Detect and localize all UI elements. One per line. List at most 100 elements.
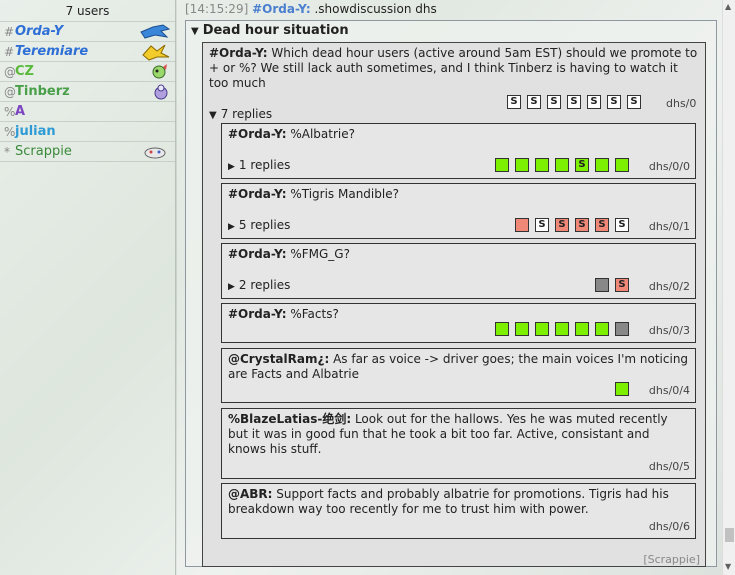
reply-path: dhs/0/5 bbox=[648, 460, 690, 473]
post-path: dhs/0 bbox=[666, 97, 697, 110]
expand-triangle-icon[interactable]: ▶ bbox=[228, 222, 235, 232]
reply-replies-toggle[interactable]: ▶ 5 replies bbox=[228, 218, 290, 232]
vote-support[interactable] bbox=[495, 322, 509, 336]
vote-row: SSSSS bbox=[515, 218, 629, 232]
vote-support[interactable] bbox=[595, 158, 609, 172]
user-name[interactable]: CZ bbox=[15, 64, 34, 79]
reply-post: @ABR: Support facts and probably albatri… bbox=[221, 483, 696, 539]
vote-support[interactable] bbox=[535, 322, 549, 336]
vote-row: S bbox=[495, 158, 629, 172]
vote-row bbox=[615, 382, 629, 396]
reply-author[interactable]: @CrystalRam¿: bbox=[228, 352, 329, 366]
vote-box[interactable]: S bbox=[547, 95, 561, 109]
reply-body: %FMG_G? bbox=[286, 247, 350, 261]
user-row[interactable]: @ CZ bbox=[0, 62, 175, 82]
command-user[interactable]: #Orda-Y: bbox=[252, 2, 311, 16]
reply-author[interactable]: %BlazeLatias-绝剑: bbox=[228, 412, 351, 426]
vote-oppose[interactable]: S bbox=[595, 218, 609, 232]
vote-support[interactable] bbox=[495, 158, 509, 172]
reply-text: #Orda-Y: %Albatrie? bbox=[228, 127, 690, 142]
user-count: 7 users bbox=[0, 0, 175, 22]
vote-support[interactable] bbox=[515, 322, 529, 336]
user-row[interactable]: # Teremiare bbox=[0, 42, 175, 62]
vote-support[interactable] bbox=[515, 158, 529, 172]
discussion-title-toggle[interactable]: ▼ Dead hour situation bbox=[191, 23, 349, 38]
scrollbar-thumb[interactable] bbox=[725, 528, 734, 542]
vote-oppose[interactable]: S bbox=[555, 218, 569, 232]
scroll-up-icon[interactable]: ▲ bbox=[725, 2, 731, 11]
reply-post: @CrystalRam¿: As far as voice -> driver … bbox=[221, 348, 696, 403]
user-row[interactable]: % A bbox=[0, 102, 175, 122]
vote-oppose[interactable] bbox=[515, 218, 529, 232]
user-row[interactable]: @ Tinberz bbox=[0, 82, 175, 102]
reply-post: #Orda-Y: %Tigris Mandible? S S S S Sdhs/0/1 ▶ 5… bbox=[221, 183, 696, 239]
root-post-author[interactable]: #Orda-Y: bbox=[209, 46, 268, 60]
vote-box[interactable]: S bbox=[607, 95, 621, 109]
reply-author[interactable]: @ABR: bbox=[228, 487, 272, 501]
reply-author[interactable]: #Orda-Y: bbox=[228, 187, 287, 201]
vote-row bbox=[495, 322, 629, 336]
user-avatar-icon bbox=[139, 143, 171, 161]
vote-neutral[interactable] bbox=[595, 278, 609, 292]
reply-body: %Tigris Mandible? bbox=[286, 187, 399, 201]
command-text: .showdiscussion dhs bbox=[310, 2, 437, 16]
reply-author[interactable]: #Orda-Y: bbox=[228, 247, 287, 261]
vote-oppose[interactable]: S bbox=[575, 218, 589, 232]
replies-count: 1 replies bbox=[238, 158, 291, 172]
user-name[interactable]: A bbox=[15, 104, 25, 119]
user-row[interactable]: # Orda-Y bbox=[0, 22, 175, 42]
vote-box[interactable]: S bbox=[615, 218, 629, 232]
reply-post: #Orda-Y: %FMG_G? Sdhs/0/2 ▶ 2 replies bbox=[221, 243, 696, 299]
vote-support[interactable]: S bbox=[575, 158, 589, 172]
vote-box[interactable]: S bbox=[527, 95, 541, 109]
discussion-box: ▼ Dead hour situation #Orda-Y: Which dead… bbox=[185, 20, 717, 567]
vote-box[interactable]: S bbox=[507, 95, 521, 109]
vote-support[interactable] bbox=[615, 382, 629, 396]
vote-support[interactable] bbox=[535, 158, 549, 172]
expand-triangle-icon[interactable]: ▶ bbox=[228, 162, 235, 172]
user-group-symbol: # bbox=[4, 44, 15, 59]
vote-support[interactable] bbox=[575, 322, 589, 336]
user-name[interactable]: Scrappie bbox=[15, 144, 72, 159]
reply-text: #Orda-Y: %Tigris Mandible? bbox=[228, 187, 690, 202]
reply-path: dhs/0/3 bbox=[648, 324, 690, 337]
vote-box[interactable]: S bbox=[567, 95, 581, 109]
vote-box[interactable]: S bbox=[587, 95, 601, 109]
vote-oppose[interactable]: S bbox=[615, 278, 629, 292]
vote-support[interactable] bbox=[555, 158, 569, 172]
collapse-triangle-icon[interactable]: ▼ bbox=[209, 110, 217, 121]
vote-support[interactable] bbox=[615, 158, 629, 172]
user-group-symbol: % bbox=[4, 104, 16, 119]
vote-box[interactable]: S bbox=[627, 95, 641, 109]
reply-path: dhs/0/0 bbox=[648, 160, 690, 173]
root-post-body: Which dead hour users (active around 5am… bbox=[209, 46, 698, 90]
vote-support[interactable] bbox=[555, 322, 569, 336]
user-row[interactable]: * Scrappie bbox=[0, 142, 175, 162]
reply-replies-toggle[interactable]: ▶ 1 replies bbox=[228, 158, 290, 172]
replies-toggle[interactable]: ▼ 7 replies bbox=[209, 107, 272, 121]
user-row[interactable]: % julian bbox=[0, 122, 175, 142]
reply-text: @ABR: Support facts and probably albatri… bbox=[228, 487, 690, 517]
vote-row: SSSSSSS bbox=[507, 95, 641, 109]
scrollbar[interactable]: ▲ ▼ bbox=[722, 0, 735, 575]
expand-triangle-icon[interactable]: ▶ bbox=[228, 282, 235, 292]
replies-count: 5 replies bbox=[238, 218, 291, 232]
root-post: #Orda-Y: Which dead hour users (active a… bbox=[202, 42, 706, 567]
replies-count: 7 replies bbox=[220, 107, 273, 121]
scroll-down-icon[interactable]: ▼ bbox=[725, 562, 731, 571]
user-name[interactable]: Tinberz bbox=[15, 84, 70, 99]
reply-author[interactable]: #Orda-Y: bbox=[228, 307, 287, 321]
reply-author[interactable]: #Orda-Y: bbox=[228, 127, 287, 141]
user-name[interactable]: Orda-Y bbox=[15, 24, 63, 39]
user-avatar-icon bbox=[139, 43, 171, 61]
vote-box[interactable]: S bbox=[535, 218, 549, 232]
collapse-triangle-icon[interactable]: ▼ bbox=[191, 26, 199, 37]
user-name[interactable]: julian bbox=[15, 124, 56, 139]
user-group-symbol: * bbox=[4, 144, 10, 159]
vote-support[interactable] bbox=[595, 322, 609, 336]
vote-neutral[interactable] bbox=[615, 322, 629, 336]
reply-replies-toggle[interactable]: ▶ 2 replies bbox=[228, 278, 290, 292]
reply-body: Support facts and probably albatrie for … bbox=[228, 487, 669, 516]
user-name[interactable]: Teremiare bbox=[15, 44, 88, 59]
bot-tag: [Scrappie] bbox=[643, 553, 700, 566]
